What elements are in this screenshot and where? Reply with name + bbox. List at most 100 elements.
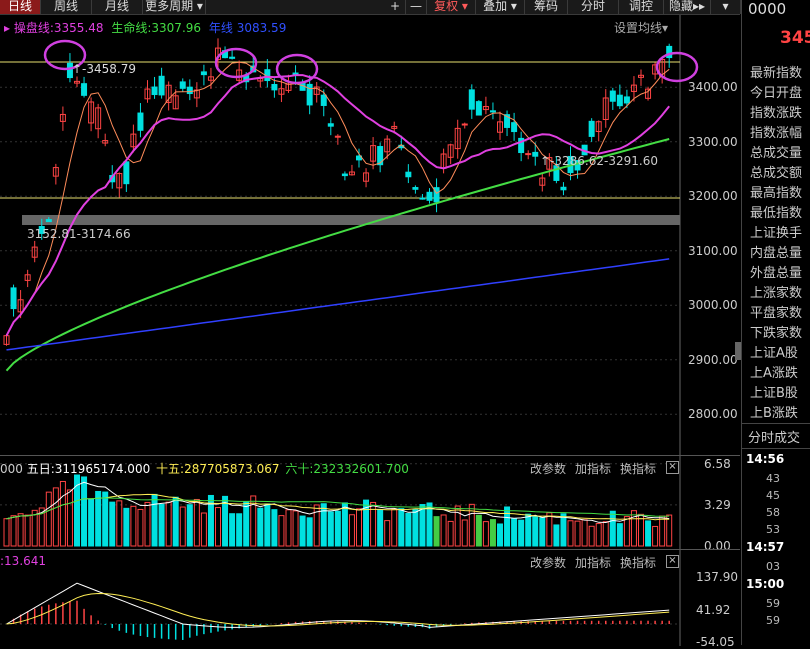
volume-bar	[356, 508, 362, 547]
ma-settings-button[interactable]: 设置均线▾	[614, 19, 668, 36]
quote-field-label: 总成交额	[750, 166, 803, 181]
candle-body	[609, 90, 616, 102]
candle	[588, 118, 595, 142]
candle	[468, 84, 475, 119]
chevron-down-icon: ▾	[196, 0, 203, 13]
macd-add-indicator-button[interactable]: 加指标	[575, 554, 611, 571]
candle	[137, 103, 144, 138]
y-tick-label: 2800.00	[688, 407, 738, 422]
macd-switch-indicator-button[interactable]: 换指标	[620, 554, 656, 571]
tab-monthly[interactable]: 月线	[92, 0, 143, 14]
candle-body	[412, 187, 419, 190]
legend-year-label: 年线	[208, 21, 233, 35]
volume-chart[interactable]: 000 五日:311965174.000 十五:287705873.067 六十…	[0, 455, 740, 553]
candle	[419, 193, 426, 200]
volume-bar	[666, 514, 673, 547]
candle	[602, 89, 609, 128]
volume-close-icon[interactable]: ×	[666, 461, 679, 474]
candle	[59, 106, 66, 131]
intraday-button[interactable]: 分时	[568, 0, 619, 14]
candle	[377, 142, 384, 173]
legend-shengming-value: 3307.96	[151, 21, 202, 35]
tick-second: 59	[766, 597, 780, 610]
volume-bar	[17, 513, 24, 547]
candle	[384, 135, 391, 160]
candle-body	[10, 287, 17, 310]
volume-bar	[391, 508, 398, 547]
hide-button[interactable]: 隐藏▸▸	[664, 0, 711, 14]
volume-bar	[193, 498, 200, 547]
quote-field-label: 最新指数	[750, 66, 803, 81]
volume-60d-label: 六十:	[285, 462, 314, 476]
macd-edit-params-button[interactable]: 改参数	[530, 554, 566, 571]
y-tick-label: -54.05	[696, 635, 735, 649]
quote-field-label: 上证B股	[750, 386, 798, 401]
volume-bar	[560, 513, 567, 547]
chevron-down-icon: ▾	[510, 0, 517, 13]
volume-legend: 000 五日:311965174.000 十五:287705873.067 六十…	[0, 460, 409, 477]
legend-shengming-label: 生命线:	[111, 21, 152, 35]
overlay-label: 叠加	[483, 0, 508, 13]
tick-second: 58	[766, 506, 780, 519]
ma-caopan-line	[5, 74, 670, 337]
volume-bar	[271, 509, 278, 547]
volume-add-indicator-button[interactable]: 加指标	[575, 460, 611, 477]
candle	[440, 148, 447, 174]
volume-bar	[461, 519, 468, 547]
y-tick-label: 41.92	[696, 602, 731, 617]
main-kline-chart[interactable]: ▸ 操盘线:3355.48 生命线:3307.96 年线 3083.59 设置均…	[0, 15, 740, 455]
volume-5d-value: 311965174.000	[54, 462, 151, 476]
tab-daily[interactable]: 日线	[0, 0, 41, 14]
tab-weekly[interactable]: 周线	[41, 0, 92, 14]
control-button[interactable]: 调控	[619, 0, 664, 14]
volume-switch-indicator-button[interactable]: 换指标	[620, 460, 656, 477]
fuquan-button[interactable]: 复权 ▾	[427, 0, 476, 14]
tab-more-periods[interactable]: 更多周期 ▾	[143, 0, 206, 14]
volume-bar	[377, 509, 384, 547]
candle	[489, 102, 496, 120]
quote-field-label: 上证A股	[750, 346, 798, 361]
volume-bar	[264, 503, 271, 547]
quote-field-label: 今日开盘	[750, 86, 803, 101]
candle	[3, 333, 10, 346]
volume-bar	[567, 520, 574, 547]
candle	[334, 134, 341, 145]
candle	[320, 89, 327, 117]
volume-bar	[623, 516, 630, 547]
macd-legend: :13.641	[0, 554, 47, 568]
volume-bar	[574, 520, 581, 547]
volume-bar	[144, 501, 151, 547]
candle	[433, 178, 440, 213]
candle-body	[123, 161, 130, 185]
candle-body	[179, 81, 186, 89]
candle	[595, 120, 602, 142]
volume-bar	[511, 518, 518, 547]
macd-chart[interactable]: :13.641 改参数 加指标 换指标 × 137.90 41.92 -54.05	[0, 549, 740, 649]
volume-bar	[609, 510, 616, 547]
volume-bar	[602, 521, 609, 547]
candle	[405, 164, 412, 184]
candle-body	[271, 83, 278, 91]
zoom-out-button[interactable]: —	[406, 0, 427, 14]
chips-button[interactable]: 筹码	[525, 0, 568, 14]
volume-bar	[546, 512, 553, 547]
macd-close-icon[interactable]: ×	[666, 555, 679, 568]
volume-bar	[532, 516, 539, 547]
candle-body	[320, 94, 327, 106]
candle-body	[200, 71, 207, 76]
volume-bar	[186, 504, 193, 547]
volume-15d-value: 287705873.067	[184, 462, 280, 476]
candle	[144, 80, 151, 103]
annotation-high: ↑-3458.79	[72, 62, 137, 76]
zoom-in-button[interactable]: +	[385, 0, 406, 14]
legend-marker-icon: ▸	[4, 21, 11, 35]
ticks-header: 分时成交	[742, 423, 810, 449]
candle	[74, 76, 80, 88]
overlay-button[interactable]: 叠加 ▾	[476, 0, 525, 14]
candle	[158, 67, 165, 99]
candle	[81, 76, 88, 98]
candle	[24, 269, 31, 288]
scroll-arrow-button[interactable]: ▾	[711, 0, 741, 14]
volume-edit-params-button[interactable]: 改参数	[530, 460, 566, 477]
volume-bar	[341, 502, 348, 547]
